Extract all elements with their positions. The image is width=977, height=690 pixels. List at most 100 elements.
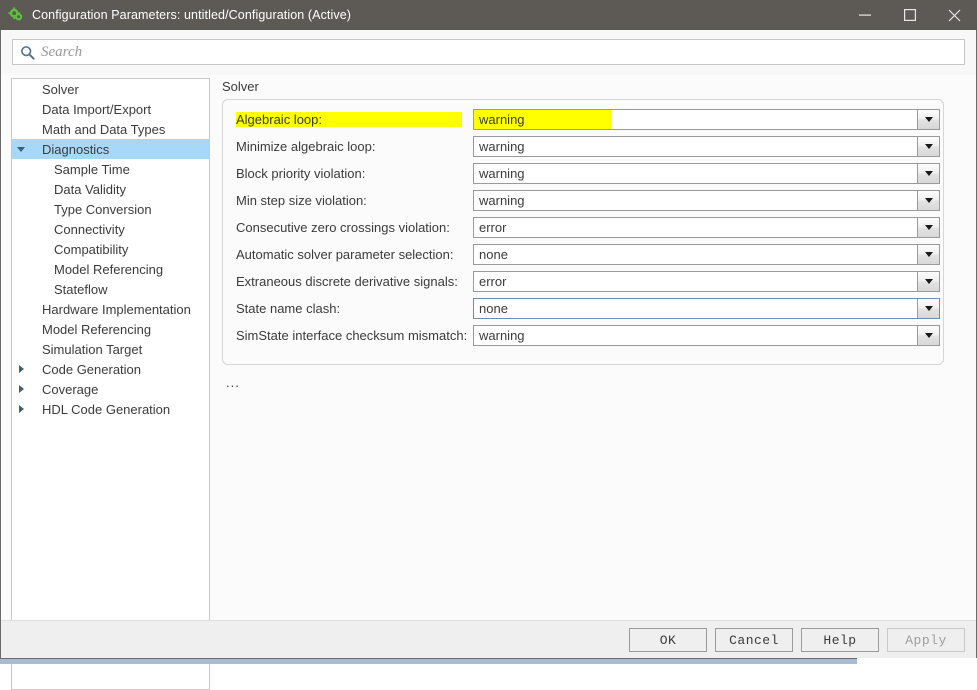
chevron-down-icon[interactable] bbox=[917, 137, 939, 156]
sidebar-item-label: Hardware Implementation bbox=[42, 301, 191, 317]
parameter-dropdown[interactable]: error bbox=[473, 217, 940, 238]
title-bar: Configuration Parameters: untitled/Confi… bbox=[0, 0, 977, 30]
parameter-label: Algebraic loop: bbox=[236, 111, 462, 128]
sidebar-item-label: Solver bbox=[42, 81, 79, 97]
footer-button-group: OK Cancel Help Apply bbox=[629, 628, 965, 652]
parameter-row: Consecutive zero crossings violation: err… bbox=[223, 214, 943, 241]
chevron-down-icon[interactable] bbox=[917, 164, 939, 183]
window-left-edge bbox=[0, 30, 1, 658]
maximize-icon bbox=[903, 9, 916, 21]
help-button[interactable]: Help bbox=[801, 628, 879, 652]
close-button[interactable] bbox=[932, 0, 977, 30]
window-title: Configuration Parameters: untitled/Confi… bbox=[32, 8, 352, 22]
search-bar-area bbox=[0, 30, 977, 75]
sidebar-item-simulation-target[interactable]: Simulation Target bbox=[12, 339, 209, 359]
dialog-footer: OK Cancel Help Apply bbox=[0, 620, 977, 658]
parameter-value[interactable]: warning bbox=[474, 137, 917, 156]
chevron-right-icon[interactable] bbox=[12, 405, 30, 413]
sidebar-item-label: HDL Code Generation bbox=[42, 401, 171, 417]
sidebar-item-label: Sample Time bbox=[54, 161, 130, 177]
page-title: Solver bbox=[222, 79, 259, 94]
parameter-dropdown[interactable]: none bbox=[473, 298, 940, 319]
sidebar-item-hdl-code-generation[interactable]: HDL Code Generation bbox=[12, 399, 209, 419]
parameter-label: Automatic solver parameter selection: bbox=[236, 246, 454, 262]
sidebar-item-stateflow[interactable]: Stateflow bbox=[12, 279, 209, 299]
cancel-button[interactable]: Cancel bbox=[715, 628, 793, 652]
maximize-button[interactable] bbox=[887, 0, 932, 30]
parameter-label: Extraneous discrete derivative signals: bbox=[236, 273, 458, 289]
parameter-label: Consecutive zero crossings violation: bbox=[236, 219, 450, 235]
settings-tree[interactable]: Solver Data Import/Export Math and Data Ty… bbox=[11, 78, 210, 690]
parameter-row: Algebraic loop: warning bbox=[223, 106, 943, 133]
sidebar-item-label: Model Referencing bbox=[42, 321, 152, 337]
sidebar-item-math-and-data-types[interactable]: Math and Data Types bbox=[12, 119, 209, 139]
parameter-value-text: warning bbox=[474, 110, 611, 129]
sidebar-item-compatibility[interactable]: Compatibility bbox=[12, 239, 209, 259]
chevron-right-icon[interactable] bbox=[12, 385, 30, 393]
parameter-value[interactable]: warning bbox=[474, 326, 917, 345]
parameter-value[interactable]: none bbox=[474, 299, 917, 318]
sidebar-item-label: Data Validity bbox=[54, 181, 127, 197]
chevron-down-icon[interactable] bbox=[917, 272, 939, 291]
close-icon bbox=[948, 9, 961, 21]
sidebar-item-type-conversion[interactable]: Type Conversion bbox=[12, 199, 209, 219]
chevron-down-icon[interactable] bbox=[917, 326, 939, 345]
ellipsis-indicator: ... bbox=[226, 375, 240, 390]
chevron-down-icon[interactable] bbox=[917, 191, 939, 210]
parameter-dropdown[interactable]: warning bbox=[473, 163, 940, 184]
parameter-row: Minimize algebraic loop: warning bbox=[223, 133, 943, 160]
sidebar-item-coverage[interactable]: Coverage bbox=[12, 379, 209, 399]
ok-button[interactable]: OK bbox=[629, 628, 707, 652]
sidebar-item-data-validity[interactable]: Data Validity bbox=[12, 179, 209, 199]
sidebar-item-diagnostics[interactable]: Diagnostics bbox=[12, 139, 209, 159]
sidebar-item-code-generation[interactable]: Code Generation bbox=[12, 359, 209, 379]
sidebar-item-label: Connectivity bbox=[54, 221, 125, 237]
minimize-icon bbox=[858, 14, 871, 16]
parameter-dropdown[interactable]: none bbox=[473, 244, 940, 265]
search-input[interactable] bbox=[41, 43, 921, 61]
parameter-value[interactable]: error bbox=[474, 272, 917, 291]
sidebar-item-label: Math and Data Types bbox=[42, 121, 166, 137]
chevron-down-icon[interactable] bbox=[12, 146, 30, 152]
chevron-right-icon[interactable] bbox=[12, 365, 30, 373]
sidebar-item-connectivity[interactable]: Connectivity bbox=[12, 219, 209, 239]
chevron-down-icon[interactable] bbox=[917, 218, 939, 237]
minimize-button[interactable] bbox=[842, 0, 887, 30]
window-bottom-edge bbox=[0, 658, 977, 665]
sidebar-item-label: Compatibility bbox=[54, 241, 129, 257]
parameter-dropdown[interactable]: warning bbox=[473, 109, 940, 130]
sidebar-item-label: Model Referencing bbox=[54, 261, 164, 277]
chevron-down-icon[interactable] bbox=[917, 245, 939, 264]
simulink-gear-icon bbox=[8, 7, 24, 23]
parameter-row: Min step size violation: warning bbox=[223, 187, 943, 214]
sidebar-item-solver[interactable]: Solver bbox=[12, 79, 209, 99]
parameter-value[interactable]: warning bbox=[474, 110, 917, 129]
sidebar-item-label: Data Import/Export bbox=[42, 101, 152, 117]
chevron-down-icon[interactable] bbox=[917, 299, 939, 318]
parameter-value[interactable]: error bbox=[474, 218, 917, 237]
apply-button: Apply bbox=[887, 628, 965, 652]
parameter-value[interactable]: none bbox=[474, 245, 917, 264]
parameter-dropdown[interactable]: warning bbox=[473, 325, 940, 346]
parameter-row: SimState interface checksum mismatch: war… bbox=[223, 322, 943, 349]
parameter-dropdown[interactable]: error bbox=[473, 271, 940, 292]
sidebar-item-label: Simulation Target bbox=[42, 341, 143, 357]
parameter-row: Automatic solver parameter selection: non… bbox=[223, 241, 943, 268]
parameter-value[interactable]: warning bbox=[474, 164, 917, 183]
search-box[interactable] bbox=[12, 39, 965, 65]
chevron-down-icon[interactable] bbox=[917, 110, 939, 129]
parameter-dropdown[interactable]: warning bbox=[473, 190, 940, 211]
sidebar-item-hardware-implementation[interactable]: Hardware Implementation bbox=[12, 299, 209, 319]
sidebar-item-model-referencing[interactable]: Model Referencing bbox=[12, 319, 209, 339]
configuration-parameters-window: Configuration Parameters: untitled/Confi… bbox=[0, 0, 977, 690]
sidebar-item-sample-time[interactable]: Sample Time bbox=[12, 159, 209, 179]
parameter-value[interactable]: warning bbox=[474, 191, 917, 210]
sidebar-item-label: Stateflow bbox=[54, 281, 108, 297]
parameter-dropdown[interactable]: warning bbox=[473, 136, 940, 157]
parameter-label: Minimize algebraic loop: bbox=[236, 138, 376, 154]
sidebar-item-label: Code Generation bbox=[42, 361, 142, 377]
parameter-label: Min step size violation: bbox=[236, 192, 367, 208]
sidebar-item-data-import-export[interactable]: Data Import/Export bbox=[12, 99, 209, 119]
sidebar-item-label: Type Conversion bbox=[54, 201, 152, 217]
sidebar-item-model-referencing[interactable]: Model Referencing bbox=[12, 259, 209, 279]
